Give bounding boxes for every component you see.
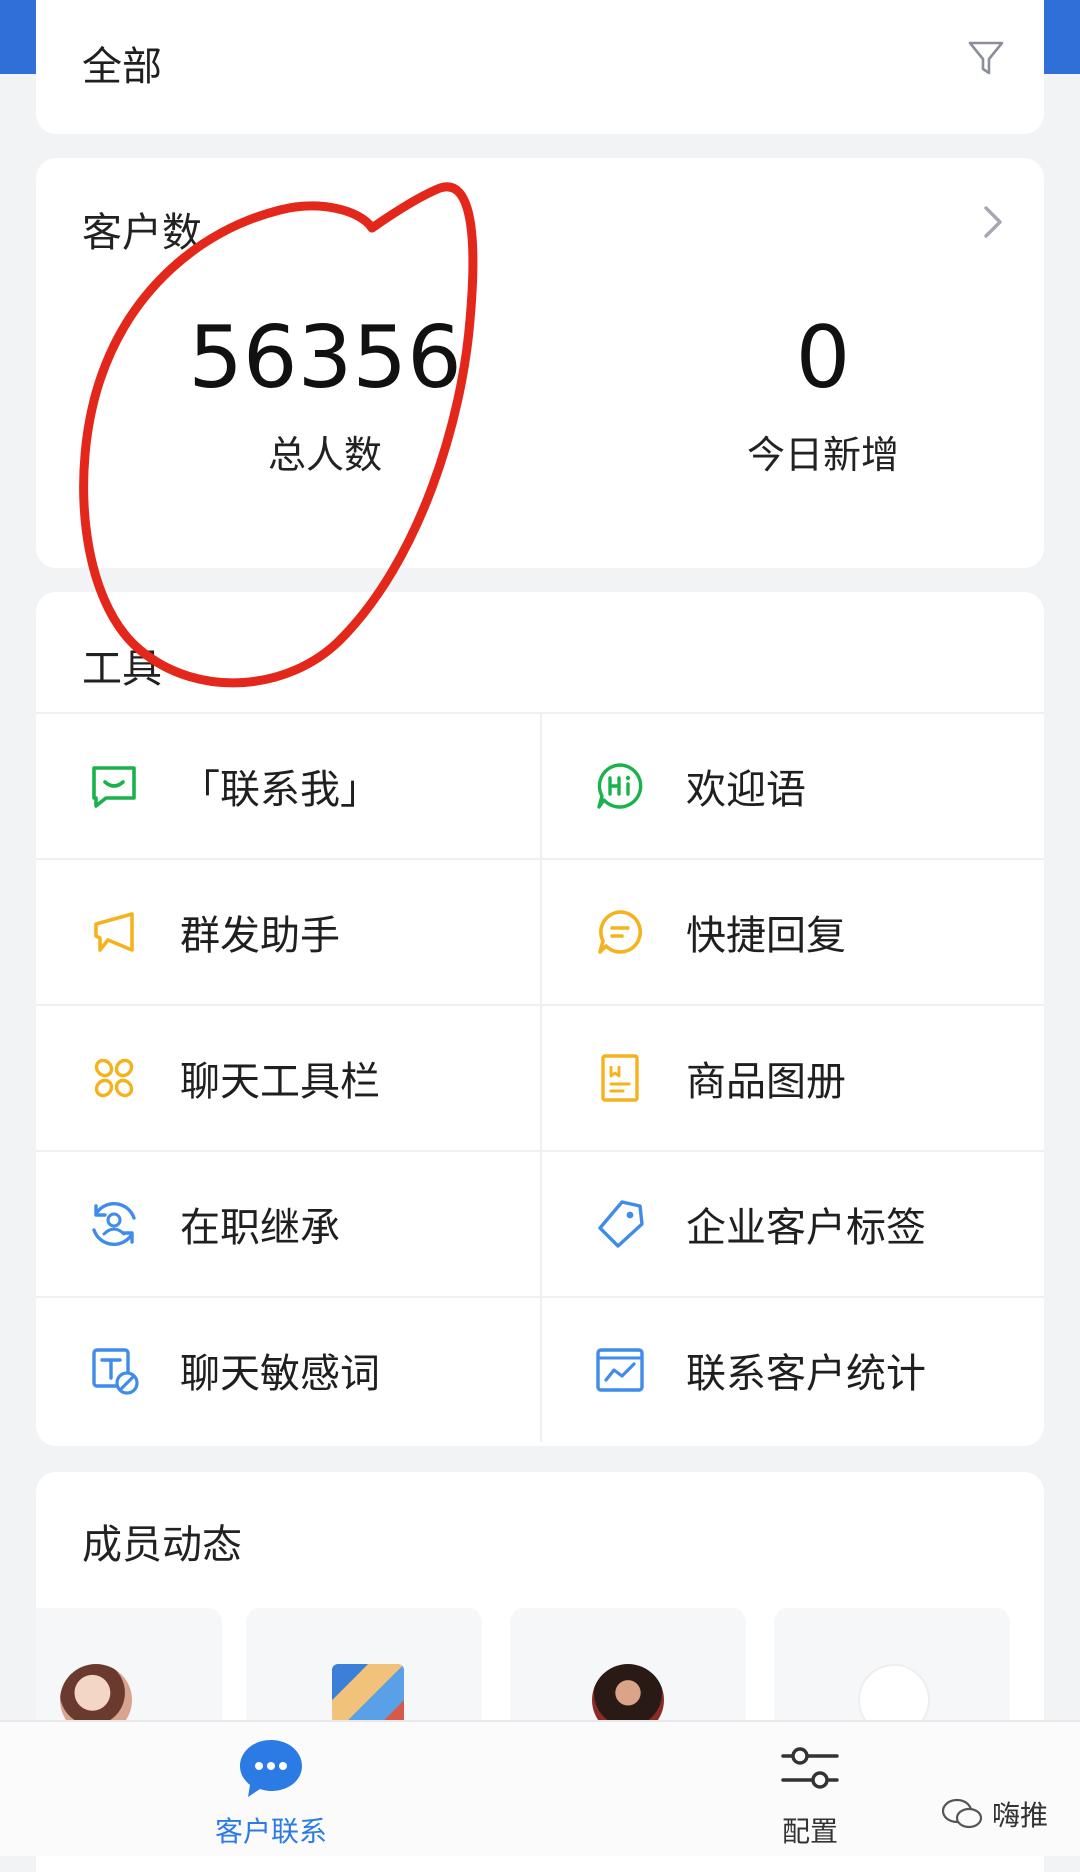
total-customers-label: 总人数: [267, 433, 382, 477]
quick-reply-icon: [598, 910, 643, 954]
tool-label: 「联系我」: [180, 767, 380, 813]
customer-count-title: 客户数: [82, 210, 202, 256]
tool-customer-tags[interactable]: 企业客户标签: [540, 1150, 1044, 1296]
tool-succession[interactable]: 在职继承: [36, 1150, 540, 1296]
chat-bubble-icon: [240, 1740, 302, 1797]
tool-quick-reply[interactable]: 快捷回复: [540, 858, 1044, 1004]
megaphone-icon: [94, 912, 134, 952]
member-activity-title: 成员动态: [82, 1522, 242, 1568]
tool-sensitive-words[interactable]: 聊天敏感词: [36, 1296, 540, 1442]
product-album-icon: [601, 1054, 639, 1102]
chevron-right-icon[interactable]: [980, 202, 1006, 242]
tool-product-album[interactable]: 商品图册: [540, 1004, 1044, 1150]
filter-icon[interactable]: [966, 38, 1006, 78]
tools-title: 工具: [82, 646, 162, 692]
tool-contact-statistics[interactable]: 联系客户统计: [540, 1296, 1044, 1442]
tool-label: 群发助手: [180, 913, 340, 959]
tab-label: 配置: [781, 1815, 838, 1848]
hi-greeting-icon: [597, 763, 643, 809]
header-edge-left: [0, 0, 36, 74]
tab-label: 客户联系: [214, 1815, 327, 1848]
tool-label: 企业客户标签: [686, 1205, 926, 1251]
tool-label: 欢迎语: [686, 767, 806, 813]
tab-customer-contact[interactable]: 客户联系: [196, 1736, 346, 1850]
tool-label: 快捷回复: [686, 913, 846, 959]
filter-card[interactable]: 全部: [36, 0, 1044, 134]
watermark-text: 嗨推: [992, 1799, 1049, 1832]
tool-welcome-message[interactable]: 欢迎语: [540, 712, 1044, 858]
customer-count-card[interactable]: 客户数 56356 总人数 0 今日新增: [36, 158, 1044, 568]
wechat-icon: [941, 1798, 983, 1829]
total-customers-stat[interactable]: 56356 总人数: [160, 308, 490, 479]
tool-contact-me[interactable]: 「联系我」: [36, 712, 540, 858]
tool-label: 联系客户统计: [686, 1351, 926, 1397]
header-edge-right: [1044, 0, 1080, 74]
tool-label: 聊天敏感词: [180, 1351, 380, 1397]
contact-me-icon: [92, 766, 136, 808]
filter-label: 全部: [82, 44, 162, 90]
new-today-label: 今日新增: [746, 433, 899, 477]
tool-label: 商品图册: [686, 1059, 846, 1105]
tool-chat-toolbar[interactable]: 聊天工具栏: [36, 1004, 540, 1150]
total-customers-value: 56356: [188, 308, 462, 408]
new-today-value: 0: [795, 308, 851, 408]
sensitive-word-icon: [92, 1348, 139, 1395]
tool-label: 聊天工具栏: [180, 1059, 380, 1105]
tag-icon: [598, 1200, 644, 1248]
tools-card: 工具 「联系我」 欢迎语 群发助手 快捷回复 聊天工具栏 商品图册 在职继承 企…: [36, 592, 1044, 1446]
tab-config[interactable]: 配置: [735, 1736, 885, 1850]
statistics-icon: [596, 1348, 644, 1392]
bottom-tab-bar: 客户联系 配置: [0, 1720, 1080, 1856]
succession-icon: [92, 1201, 136, 1247]
chat-toolbar-icon: [94, 1058, 134, 1098]
watermark: 嗨推: [940, 1794, 1048, 1834]
tool-mass-send[interactable]: 群发助手: [36, 858, 540, 1004]
new-today-stat[interactable]: 0 今日新增: [658, 308, 988, 479]
tool-label: 在职继承: [180, 1205, 340, 1251]
settings-sliders-icon: [781, 1747, 839, 1789]
